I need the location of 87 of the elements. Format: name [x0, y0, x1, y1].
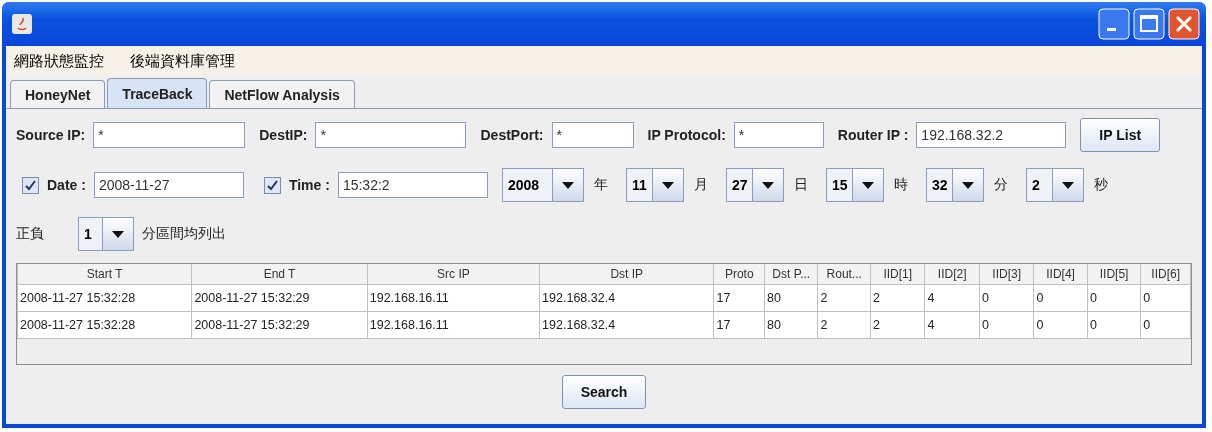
column-header[interactable]: Src IP: [367, 264, 540, 285]
dropdown[interactable]: 2: [1025, 168, 1084, 202]
field-label: Router IP :: [837, 127, 909, 143]
field-label: Source IP:: [16, 127, 86, 143]
range-label: 正負: [16, 225, 44, 243]
table-cell: 4: [924, 284, 980, 312]
unit-label: 日: [793, 176, 808, 194]
dropdown[interactable]: 2008: [501, 168, 584, 202]
table-cell: 2008-11-27 15:32:29: [191, 284, 368, 312]
table-cell: 80: [764, 311, 818, 339]
column-header[interactable]: IID[4]: [1033, 264, 1088, 285]
dropdown[interactable]: 15: [825, 168, 884, 202]
table-cell: 2: [818, 311, 871, 339]
close-button[interactable]: [1168, 8, 1200, 40]
tab[interactable]: TraceBack: [107, 78, 208, 108]
dropdown[interactable]: 11: [625, 168, 684, 202]
input-field[interactable]: *: [733, 122, 824, 148]
table-cell: 17: [714, 311, 765, 339]
dropdown-arrow-icon: [661, 181, 674, 189]
column-header[interactable]: IID[3]: [979, 264, 1034, 285]
table-cell: 192.168.32.4: [539, 311, 714, 339]
table-cell: 0: [1087, 284, 1141, 312]
table-cell: 0: [1140, 311, 1191, 339]
table-cell: 0: [979, 284, 1034, 312]
table-cell: 2008-11-27 15:32:28: [17, 284, 192, 312]
unit-label: 時: [893, 176, 908, 194]
dropdown-arrow-icon: [961, 181, 974, 189]
column-header[interactable]: Rout...: [818, 264, 871, 285]
table-cell: 192.168.16.11: [367, 284, 540, 312]
column-header[interactable]: Dst IP: [539, 264, 714, 285]
checkbox[interactable]: [22, 176, 39, 194]
table-cell: 0: [1033, 311, 1088, 339]
tab[interactable]: HoneyNet: [10, 80, 106, 108]
table-cell: 2: [870, 284, 925, 312]
unit-label: 秒: [1093, 176, 1108, 194]
table-cell: 2: [870, 311, 925, 339]
column-header[interactable]: Dst P...: [764, 264, 818, 285]
column-header[interactable]: IID[5]: [1087, 264, 1141, 285]
table-cell: 0: [979, 311, 1034, 339]
field-label: IP Protocol:: [647, 127, 726, 143]
column-header[interactable]: End T: [191, 264, 368, 285]
input-field[interactable]: *: [315, 122, 467, 148]
dropdown[interactable]: 27: [725, 168, 784, 202]
input-field[interactable]: *: [551, 122, 634, 148]
column-header[interactable]: Start T: [17, 264, 192, 285]
field-label: DestPort:: [480, 127, 544, 143]
dropdown-arrow-icon: [861, 181, 874, 189]
dropdown-arrow-icon: [561, 181, 574, 189]
input-field[interactable]: *: [93, 122, 246, 148]
input-field[interactable]: 192.168.32.2: [916, 122, 1067, 148]
table-cell: 0: [1140, 284, 1191, 312]
field-label: Date :: [47, 177, 86, 193]
table-cell: 192.168.16.11: [367, 311, 540, 339]
checkbox[interactable]: [263, 176, 281, 194]
field-label: Time :: [288, 177, 330, 193]
field-label: DestIP:: [259, 127, 308, 143]
table-cell: 2008-11-27 15:32:28: [17, 311, 192, 339]
dropdown-arrow-icon: [1061, 181, 1074, 189]
time-field[interactable]: 15:32:2: [337, 172, 488, 198]
table-cell: 0: [1087, 311, 1141, 339]
table-cell: 2: [818, 284, 871, 312]
dropdown[interactable]: 32: [925, 168, 984, 202]
menu-item[interactable]: 網路狀態監控: [14, 51, 104, 71]
dropdown[interactable]: 1: [78, 217, 134, 251]
range-suffix: 分區間均列出: [142, 225, 226, 243]
table-cell: 2008-11-27 15:32:29: [191, 311, 368, 339]
table-cell: 17: [714, 284, 765, 312]
ip-list-button[interactable]: IP List: [1080, 118, 1161, 152]
table-cell: 0: [1033, 284, 1088, 312]
date-field[interactable]: 2008-11-27: [93, 172, 244, 198]
table-cell: 192.168.32.4: [539, 284, 714, 312]
unit-label: 分: [993, 176, 1008, 194]
dropdown-arrow-icon: [112, 230, 124, 238]
minimize-button[interactable]: [1098, 8, 1130, 40]
table-cell: 80: [764, 284, 818, 312]
tab[interactable]: NetFlow Analysis: [209, 80, 355, 108]
column-header[interactable]: IID[6]: [1140, 264, 1191, 285]
search-button[interactable]: Search: [561, 375, 647, 409]
unit-label: 月: [693, 176, 708, 194]
column-header[interactable]: IID[1]: [870, 264, 925, 285]
unit-label: 年: [593, 176, 608, 194]
dropdown-arrow-icon: [761, 181, 774, 189]
column-header[interactable]: Proto: [714, 264, 765, 285]
table-cell: 4: [924, 311, 980, 339]
menu-item[interactable]: 後端資料庫管理: [130, 51, 235, 71]
maximize-button[interactable]: [1133, 8, 1165, 40]
column-header[interactable]: IID[2]: [924, 264, 980, 285]
